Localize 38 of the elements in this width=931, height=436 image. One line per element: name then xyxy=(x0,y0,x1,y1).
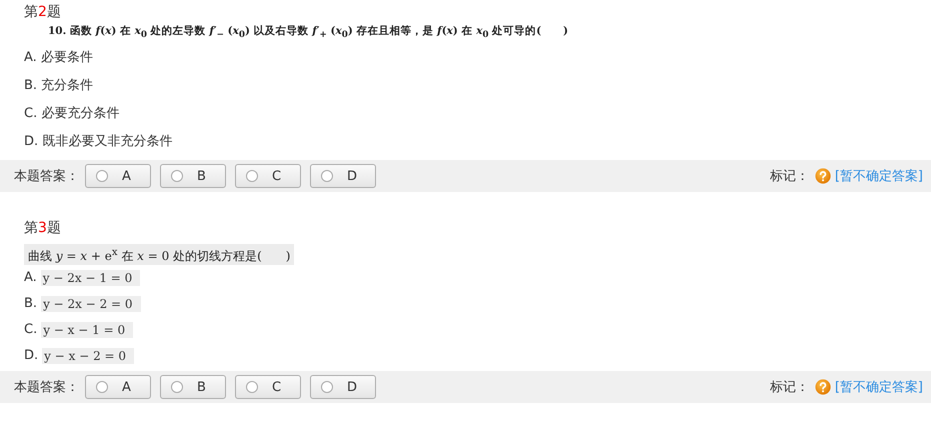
radio-button[interactable] xyxy=(321,170,333,182)
answer-option-button[interactable]: B xyxy=(160,164,226,188)
answer-option-button[interactable]: C xyxy=(235,375,301,400)
radio-button[interactable] xyxy=(171,170,183,182)
answer-option-button[interactable]: D xyxy=(310,375,376,400)
answer-label: 本题答案： xyxy=(14,168,79,186)
mark-label: 标记： xyxy=(770,379,809,396)
option-image-text: y − 2x − 2 = 0 xyxy=(41,296,141,312)
radio-button[interactable] xyxy=(246,170,258,182)
option-letter: C. xyxy=(24,321,38,340)
option-text: B. 充分条件 xyxy=(24,77,94,96)
question-text: 10. 函数 f(x) 在 x$_{0}$ 处的左导数 f′$_{−}$ (x$_{0}$) 以及右导数 f′$_{+}$ (x$_{0}$) 存在且相等，是 f(x) 在 x$_{0}$ 处可导的( ) xyxy=(47,24,570,42)
radio-button[interactable] xyxy=(96,381,108,394)
question-title: 第3题 xyxy=(24,220,61,236)
option-text: D. 既非必要又非充分条件 xyxy=(24,133,172,152)
radio-button[interactable] xyxy=(321,381,333,394)
option-image-text: y − x − 1 = 0 xyxy=(41,322,134,338)
option-letter: A. xyxy=(24,269,37,288)
option-text: A. 必要条件 xyxy=(24,49,93,68)
answer-option-button[interactable]: D xyxy=(310,164,376,188)
answer-label: 本题答案： xyxy=(14,379,79,396)
answer-option-button[interactable]: C xyxy=(235,164,301,188)
question-mark-icon xyxy=(814,168,831,184)
option-letter: D. xyxy=(24,347,38,366)
option-image-text: y − 2x − 1 = 0 xyxy=(40,270,140,286)
radio-button[interactable] xyxy=(96,170,108,182)
answer-option-button[interactable]: B xyxy=(160,375,226,400)
answer-option-button[interactable]: A xyxy=(85,375,151,400)
answer-option-button[interactable]: A xyxy=(85,164,151,188)
radio-button[interactable] xyxy=(171,381,183,394)
question-image-text: 曲线 y = x + e$^{x}$ 在 x = 0 处的切线方程是( ) xyxy=(24,244,294,266)
mark-label: 标记： xyxy=(770,168,809,186)
question-mark-icon xyxy=(814,379,831,396)
option-image-text: y − x − 2 = 0 xyxy=(42,348,134,364)
option-text: C. 必要充分条件 xyxy=(24,105,120,124)
radio-button[interactable] xyxy=(246,381,258,394)
option-letter: B. xyxy=(24,295,38,314)
question-title: 第2题 xyxy=(24,4,61,20)
